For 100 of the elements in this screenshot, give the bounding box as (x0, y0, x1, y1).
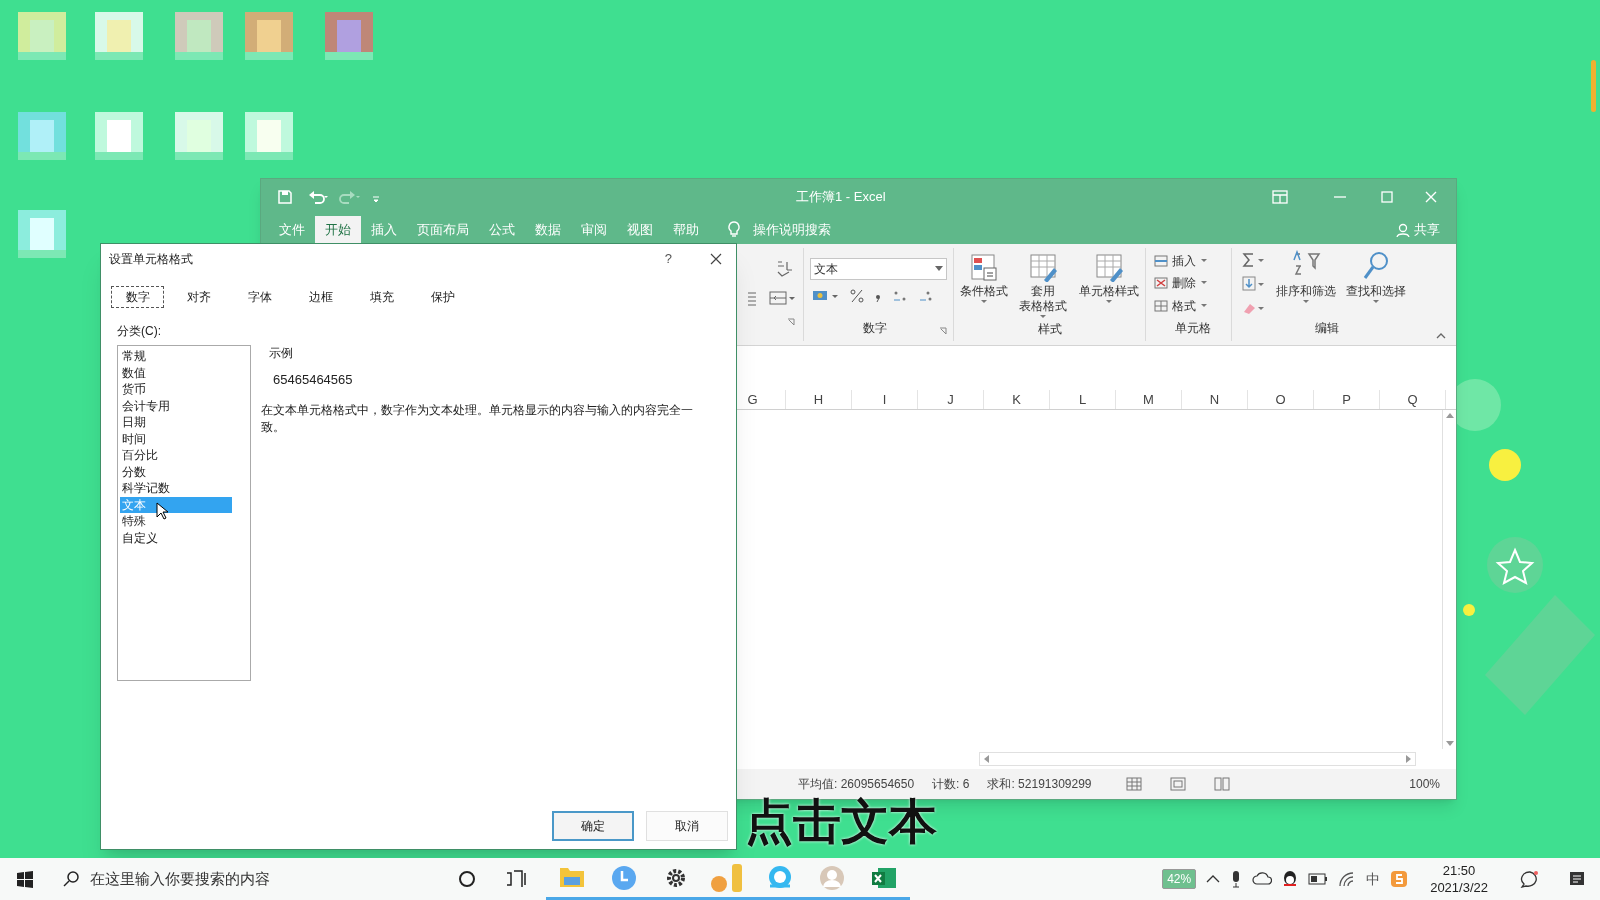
autosum-icon[interactable] (1242, 252, 1266, 268)
column-header[interactable]: K (984, 390, 1050, 409)
dropdown-arrow-icon[interactable] (935, 266, 943, 272)
dialog-tab[interactable]: 对齐 (172, 286, 225, 308)
scroll-right-icon[interactable] (1406, 755, 1412, 763)
ribbon-button[interactable]: 条件格式 (959, 252, 1008, 320)
sogou-ime-icon[interactable] (1390, 870, 1409, 888)
category-item[interactable]: 日期 (120, 414, 232, 431)
input-method-indicator[interactable]: 中 (1366, 868, 1381, 890)
ribbon-button[interactable]: 单元格样式 (1079, 252, 1140, 320)
category-item[interactable]: 常规 (120, 348, 232, 365)
ribbon-display-options-icon[interactable] (1272, 189, 1288, 204)
category-item[interactable]: 百分比 (120, 447, 232, 464)
cortana-icon[interactable] (458, 870, 476, 888)
scroll-up-icon[interactable] (1445, 412, 1454, 418)
column-header[interactable]: H (786, 390, 852, 409)
column-header[interactable]: L (1050, 390, 1116, 409)
column-header[interactable]: I (852, 390, 918, 409)
collapse-ribbon-icon[interactable] (1436, 331, 1446, 339)
maximize-icon[interactable] (1380, 189, 1394, 204)
desktop-shortcut-icon[interactable] (95, 112, 143, 160)
dialog-tab[interactable]: 填充 (355, 286, 408, 308)
group-label: 数字 (861, 320, 888, 337)
group-label: 样式 (1036, 321, 1063, 338)
ribbon-button[interactable]: 套用 表格格式 (1019, 252, 1068, 320)
ribbon-button[interactable]: 删除 (1154, 274, 1231, 293)
number-format-dropdown[interactable]: 文本 (810, 258, 947, 280)
taskbar-clock[interactable]: 21:50 2021/3/22 (1430, 862, 1488, 896)
desktop-shortcut-icon[interactable] (175, 112, 223, 160)
vertical-scrollbar[interactable] (1442, 410, 1456, 749)
column-header[interactable]: M (1116, 390, 1182, 409)
desktop-shortcut-icon[interactable] (18, 210, 66, 258)
scroll-left-icon[interactable] (983, 755, 989, 763)
category-item[interactable]: 货币 (120, 381, 232, 398)
dialog-tab[interactable]: 边框 (294, 286, 347, 308)
conditional-format-icon (968, 252, 999, 282)
desktop-shortcut-icon[interactable] (325, 12, 373, 60)
merge-cells-icon[interactable] (769, 290, 795, 306)
category-list[interactable]: 常规 数值 货币 会计专用 日期 时间 百分比 分数 科学记数 文本 特殊 自定义 (117, 345, 251, 681)
ribbon-button[interactable]: 格式 (1154, 296, 1231, 315)
dialog-button[interactable]: 确定 (552, 811, 634, 841)
ribbon-button[interactable]: 排序和筛选 (1276, 250, 1336, 316)
dialog-tab[interactable]: 数字 (111, 286, 164, 308)
category-item[interactable]: 特殊 (120, 513, 232, 530)
page-break-icon[interactable] (1213, 777, 1230, 791)
category-item[interactable]: 会计专用 (120, 397, 232, 414)
desktop-shortcut-icon[interactable] (245, 112, 293, 160)
person-icon (1396, 223, 1410, 237)
category-item[interactable]: 时间 (120, 430, 232, 447)
category-item[interactable]: 科学记数 (120, 480, 232, 497)
align-icon[interactable] (747, 290, 757, 306)
zoom-level[interactable]: 100% (1409, 775, 1440, 793)
dialog-launcher-icon[interactable] (787, 318, 795, 326)
column-header[interactable]: Q (1380, 390, 1446, 409)
scroll-down-icon[interactable] (1445, 741, 1454, 747)
ribbon-button[interactable]: 插入 (1154, 252, 1231, 271)
battery-icon[interactable] (1308, 873, 1329, 885)
menu-tab[interactable]: 开始 (315, 216, 361, 244)
page-layout-icon[interactable] (1169, 777, 1186, 791)
chevron-up-icon[interactable] (1206, 874, 1221, 884)
taskbar-search-field[interactable]: 在这里输入你要搜索的内容 (62, 867, 402, 891)
close-icon[interactable] (710, 253, 722, 265)
column-header[interactable]: O (1248, 390, 1314, 409)
normal-view-icon[interactable] (1125, 777, 1142, 791)
group-label: 单元格 (1173, 320, 1212, 337)
mouse-cursor-icon (156, 502, 168, 520)
windows-start-icon[interactable] (16, 870, 34, 888)
scrollbar-thumb[interactable] (1591, 60, 1596, 112)
column-header[interactable]: P (1314, 390, 1380, 409)
dropdown-arrow-icon (1200, 280, 1208, 287)
notification-center-icon[interactable] (1568, 870, 1586, 888)
redo-icon[interactable] (339, 188, 361, 205)
window-title: 工作簿1 - Excel (796, 188, 886, 206)
column-header[interactable]: J (918, 390, 984, 409)
dialog-button[interactable]: 取消 (646, 811, 728, 841)
category-item[interactable]: 分数 (120, 463, 232, 480)
category-item[interactable]: 数值 (120, 364, 232, 381)
orientation-icon[interactable] (775, 258, 795, 278)
desktop-shortcut-icon[interactable] (245, 12, 293, 60)
percent-icon[interactable] (850, 288, 864, 304)
penguin-icon[interactable] (1282, 870, 1299, 888)
group-label: 编辑 (1314, 320, 1340, 337)
category-label: 分类(C): (117, 323, 162, 340)
dialog-tab[interactable]: 字体 (233, 286, 286, 308)
dialog-tab[interactable]: 保护 (416, 286, 469, 308)
help-button[interactable]: ? (664, 249, 672, 269)
chat-bubble-icon[interactable] (1520, 870, 1540, 888)
cloud-icon[interactable] (1252, 872, 1273, 886)
undo-icon[interactable] (307, 188, 329, 205)
task-view-icon[interactable] (506, 870, 526, 888)
column-header[interactable]: N (1182, 390, 1248, 409)
dialog-launcher-icon[interactable] (939, 327, 947, 335)
status-text: 平均值: 26095654650 (798, 776, 915, 793)
fill-icon[interactable] (1242, 276, 1266, 292)
dropdown-arrow-icon (1302, 299, 1310, 305)
save-icon[interactable] (277, 188, 293, 205)
cell-styles-icon (1094, 252, 1125, 282)
ribbon-button[interactable]: 查找和选择 (1346, 250, 1406, 316)
horizontal-scrollbar[interactable] (979, 752, 1416, 766)
category-item[interactable]: 自定义 (120, 529, 232, 546)
